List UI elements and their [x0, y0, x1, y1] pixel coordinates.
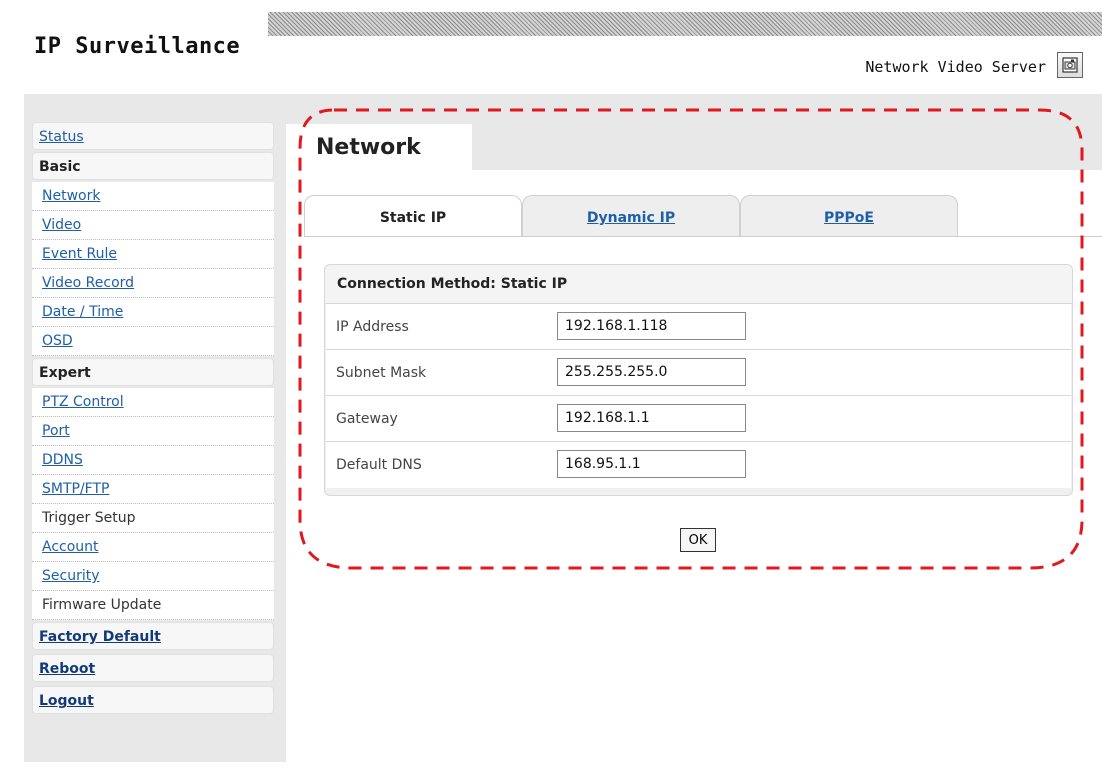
ip-address-label: IP Address: [336, 319, 409, 335]
tab-pppoe-link[interactable]: PPPoE: [824, 210, 874, 226]
sidebar-status: Status: [32, 122, 274, 150]
top-gray-bar: [24, 94, 1102, 110]
sidebar-link-date-time[interactable]: Date / Time: [42, 304, 123, 320]
sidebar-item-ptz-control: PTZ Control: [32, 388, 274, 417]
sidebar-item-event-rule: Event Rule: [32, 240, 274, 269]
field-row-subnet-mask: Subnet Mask: [326, 350, 1071, 396]
reboot-link[interactable]: Reboot: [39, 661, 95, 677]
sidebar-link-account[interactable]: Account: [42, 539, 99, 555]
gateway-label: Gateway: [336, 411, 398, 427]
default-dns-input[interactable]: [557, 450, 746, 478]
sidebar-logout: Logout: [32, 686, 274, 714]
sidebar-item-video-record: Video Record: [32, 269, 274, 298]
sidebar-item-smtp-ftp: SMTP/FTP: [32, 475, 274, 504]
sidebar-link-network[interactable]: Network: [42, 188, 100, 204]
sidebar-item-date-time: Date / Time: [32, 298, 274, 327]
tab-static-ip-label: Static IP: [379, 210, 447, 226]
sidebar-item-ddns: DDNS: [32, 446, 274, 475]
header-banner: [268, 12, 1102, 36]
sidebar-link-port[interactable]: Port: [42, 423, 70, 439]
sidebar-item-port: Port: [32, 417, 274, 446]
tab-dynamic-ip-link[interactable]: Dynamic IP: [587, 210, 675, 226]
sidebar-item-firmware-update[interactable]: Firmware Update: [32, 591, 274, 620]
sidebar-link-smtp-ftp[interactable]: SMTP/FTP: [42, 481, 109, 497]
camera-snapshot-icon: [1062, 57, 1078, 73]
page-title: Network: [286, 124, 472, 172]
tab-dynamic-ip: Dynamic IP: [522, 195, 740, 237]
tab-pppoe: PPPoE: [740, 195, 958, 237]
sidebar-heading-expert: Expert: [32, 358, 274, 386]
ip-address-input[interactable]: [557, 312, 746, 340]
sidebar-link-video-record[interactable]: Video Record: [42, 275, 134, 291]
subnet-mask-input[interactable]: [557, 358, 746, 386]
sidebar-item-status[interactable]: Status: [39, 129, 84, 145]
sidebar-link-event-rule[interactable]: Event Rule: [42, 246, 117, 262]
section-title: Connection Method: Static IP: [325, 265, 1072, 304]
sidebar-item-video: Video: [32, 211, 274, 240]
sidebar-link-security[interactable]: Security: [42, 568, 100, 584]
sidebar-link-video[interactable]: Video: [42, 217, 81, 233]
sidebar-label-firmware-update: Firmware Update: [42, 597, 162, 613]
gateway-input[interactable]: [557, 404, 746, 432]
sidebar-link-ddns[interactable]: DDNS: [42, 452, 83, 468]
ok-button[interactable]: OK: [680, 528, 716, 552]
factory-default-link[interactable]: Factory Default: [39, 629, 161, 645]
sidebar-reboot: Reboot: [32, 654, 274, 682]
product-name: Network Video Server: [865, 58, 1046, 76]
app-title: IP Surveillance: [34, 34, 241, 59]
sidebar-item-trigger-setup[interactable]: Trigger Setup: [32, 504, 274, 533]
sidebar: Status Basic Network Video Event Rule Vi…: [24, 110, 286, 762]
tab-static-ip[interactable]: Static IP: [304, 195, 522, 237]
static-ip-panel: Connection Method: Static IP IP Address …: [324, 264, 1073, 496]
sidebar-label-trigger-setup: Trigger Setup: [42, 510, 136, 526]
sidebar-link-ptz-control[interactable]: PTZ Control: [42, 394, 124, 410]
sidebar-item-security: Security: [32, 562, 274, 591]
sidebar-item-network: Network: [32, 182, 274, 211]
sidebar-nav: Status Basic Network Video Event Rule Vi…: [32, 122, 274, 716]
sidebar-item-account: Account: [32, 533, 274, 562]
default-dns-label: Default DNS: [336, 457, 422, 473]
sidebar-heading-basic: Basic: [32, 152, 274, 180]
field-row-default-dns: Default DNS: [326, 442, 1071, 488]
sidebar-factory-default: Factory Default: [32, 622, 274, 650]
sidebar-item-osd: OSD: [32, 327, 274, 356]
snapshot-button[interactable]: [1057, 52, 1083, 78]
logout-link[interactable]: Logout: [39, 693, 94, 709]
sidebar-link-osd[interactable]: OSD: [42, 333, 73, 349]
subnet-mask-label: Subnet Mask: [336, 365, 427, 381]
field-row-ip-address: IP Address: [326, 304, 1071, 350]
sidebar-group-basic: Basic Network Video Event Rule Video Rec…: [32, 152, 274, 356]
tab-divider: [304, 236, 1102, 237]
sidebar-group-expert: Expert PTZ Control Port DDNS SMTP/FTP Tr…: [32, 358, 274, 620]
field-row-gateway: Gateway: [326, 396, 1071, 442]
